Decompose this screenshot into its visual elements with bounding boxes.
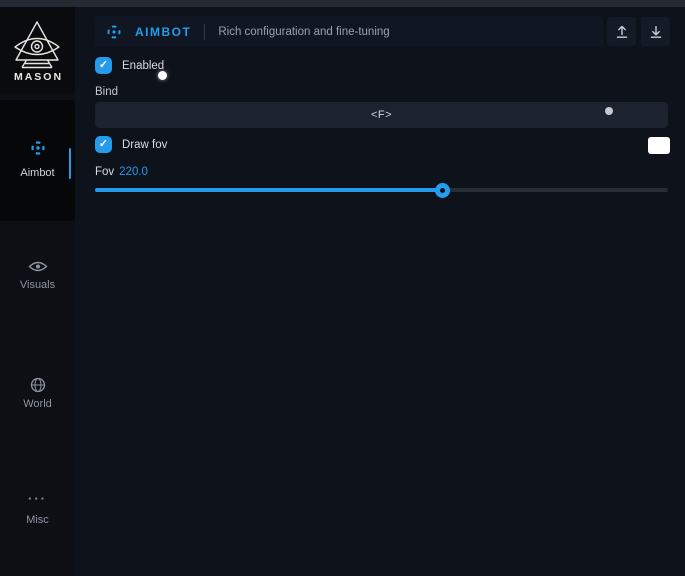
bind-field-dot	[605, 107, 613, 115]
ellipsis-icon: ···	[0, 491, 75, 506]
eye-icon	[0, 260, 75, 278]
download-icon	[649, 25, 663, 39]
fov-slider-fill	[95, 188, 443, 192]
section-header: AIMBOT Rich configuration and fine-tunin…	[95, 16, 603, 47]
enabled-row: Enabled	[95, 57, 164, 74]
sidebar-item-label: Aimbot	[0, 167, 75, 179]
sidebar-item-label: World	[0, 398, 75, 410]
mason-pyramid-eye-icon	[13, 20, 61, 72]
sidebar-item-visuals[interactable]: Visuals	[0, 255, 75, 307]
fov-label-text: Fov	[95, 166, 114, 178]
sidebar-item-label: Visuals	[0, 279, 75, 291]
draw-fov-row: Draw fov	[95, 136, 167, 153]
mouse-cursor-dot	[158, 71, 167, 80]
window-top-strip	[0, 0, 685, 7]
draw-fov-checkbox[interactable]	[95, 136, 112, 153]
bind-input[interactable]: <F>	[95, 102, 668, 128]
sidebar: MASON Aimbot Visuals	[0, 7, 75, 576]
enabled-checkbox[interactable]	[95, 57, 112, 74]
fov-color-swatch[interactable]	[648, 137, 670, 154]
crosshair-icon	[106, 24, 122, 40]
sidebar-item-misc[interactable]: ··· Misc	[0, 489, 75, 541]
enabled-label: Enabled	[122, 60, 164, 72]
fov-label: Fov 220.0	[95, 166, 148, 178]
logo-panel: MASON	[0, 7, 75, 93]
upload-config-button[interactable]	[607, 17, 636, 46]
crosshair-icon	[0, 140, 75, 161]
sidebar-item-aimbot[interactable]: Aimbot	[0, 100, 75, 221]
globe-icon	[0, 377, 75, 398]
upload-icon	[615, 25, 629, 39]
fov-slider-handle[interactable]	[435, 183, 450, 198]
draw-fov-label: Draw fov	[122, 139, 167, 151]
fov-value: 220.0	[119, 166, 148, 178]
app-window: MASON Aimbot Visuals	[0, 0, 685, 576]
header-divider	[204, 24, 205, 40]
sidebar-item-label: Misc	[0, 514, 75, 526]
bind-value: <F>	[371, 109, 392, 121]
bind-label: Bind	[95, 86, 118, 98]
section-subtitle: Rich configuration and fine-tuning	[218, 26, 389, 38]
sidebar-item-world[interactable]: World	[0, 372, 75, 424]
section-title: AIMBOT	[135, 25, 191, 39]
download-config-button[interactable]	[641, 17, 670, 46]
logo-text: MASON	[0, 71, 75, 83]
fov-slider[interactable]	[95, 188, 668, 192]
